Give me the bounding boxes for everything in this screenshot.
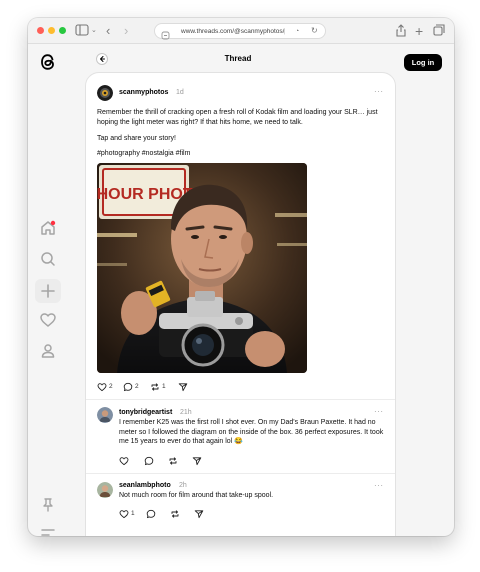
new-tab-icon[interactable]: + bbox=[415, 24, 423, 38]
page-title: Thread bbox=[224, 54, 252, 63]
comment-count: 2 bbox=[135, 383, 139, 390]
post-like-button[interactable]: 2 bbox=[97, 382, 113, 392]
reload-icon[interactable]: ↻ bbox=[311, 26, 318, 36]
url-text: www.threads.com/@scanmyphotos/po... bbox=[181, 28, 285, 35]
divider bbox=[86, 399, 395, 400]
share-icon bbox=[178, 383, 188, 392]
comment-icon bbox=[144, 456, 154, 466]
reply-more-button[interactable]: ··· bbox=[374, 481, 384, 490]
post-hashtags[interactable]: #photography #nostalgia #film bbox=[97, 149, 387, 159]
forward-nav-icon[interactable]: › bbox=[124, 24, 128, 38]
reply-comment-button[interactable] bbox=[146, 509, 158, 519]
browser-toolbar: ⌄ ‹ › www.threads.com/@scanmyphotos/po..… bbox=[28, 18, 454, 44]
tab-overview-icon[interactable] bbox=[433, 24, 445, 38]
avatar[interactable] bbox=[97, 85, 113, 101]
post-text: Remember the thrill of cracking open a f… bbox=[97, 109, 378, 126]
reply-more-button[interactable]: ··· bbox=[374, 407, 384, 416]
post-cta: Tap and share your story! bbox=[97, 135, 176, 142]
sidebar-toggle-icon[interactable] bbox=[75, 24, 89, 38]
comment-icon bbox=[123, 382, 133, 392]
reply-comment-button[interactable] bbox=[144, 456, 156, 466]
profile-icon[interactable] bbox=[38, 341, 58, 361]
search-icon[interactable] bbox=[38, 249, 58, 269]
threads-logo-icon[interactable] bbox=[38, 52, 58, 72]
back-button[interactable] bbox=[96, 53, 108, 65]
post-more-button[interactable]: ··· bbox=[374, 87, 384, 96]
divider bbox=[86, 473, 395, 474]
close-window-button[interactable] bbox=[37, 27, 44, 34]
like-count: 1 bbox=[131, 510, 135, 517]
heart-icon bbox=[119, 457, 129, 466]
translate-icon[interactable]: ◔ bbox=[295, 27, 299, 36]
post-image[interactable]: 1 HOUR PHOTO bbox=[97, 163, 307, 373]
post-comment-button[interactable]: 2 bbox=[123, 382, 139, 392]
post-timestamp[interactable]: 1d bbox=[176, 88, 184, 97]
post-repost-button[interactable]: 1 bbox=[150, 382, 166, 392]
reply-like-button[interactable] bbox=[119, 456, 131, 466]
create-button[interactable] bbox=[35, 279, 61, 303]
plus-icon bbox=[41, 284, 55, 298]
heart-icon bbox=[119, 510, 129, 519]
reply-text: Not much room for film around that take-… bbox=[119, 492, 274, 499]
reply-repost-button[interactable] bbox=[170, 509, 182, 519]
reply-username[interactable]: tonybridgeartist bbox=[119, 408, 172, 417]
repost-icon bbox=[171, 510, 179, 518]
like-count: 2 bbox=[109, 383, 113, 390]
reply-text: I remember K25 was the first roll I shot… bbox=[119, 419, 384, 445]
home-icon[interactable] bbox=[38, 218, 58, 238]
post-username[interactable]: scanmyphotos bbox=[119, 88, 168, 97]
address-bar[interactable]: www.threads.com/@scanmyphotos/po... ◔ ↻ bbox=[154, 23, 326, 40]
minimize-window-button[interactable] bbox=[48, 27, 55, 34]
chevron-down-icon[interactable]: ⌄ bbox=[91, 24, 97, 38]
menu-icon[interactable] bbox=[38, 522, 58, 536]
reply-repost-button[interactable] bbox=[168, 456, 180, 466]
pin-icon[interactable] bbox=[38, 495, 58, 515]
privacy-icon bbox=[161, 27, 170, 45]
avatar[interactable] bbox=[97, 482, 113, 498]
reply-share-button[interactable] bbox=[192, 456, 202, 466]
share-icon bbox=[192, 457, 202, 466]
reply-username[interactable]: seanlambphoto bbox=[119, 481, 171, 490]
repost-count: 1 bbox=[162, 383, 166, 390]
post-share-button[interactable] bbox=[178, 382, 188, 392]
back-nav-icon[interactable]: ‹ bbox=[106, 24, 110, 38]
comment-icon bbox=[146, 509, 156, 519]
reply-timestamp[interactable]: 2h bbox=[179, 481, 187, 490]
browser-window: ⌄ ‹ › www.threads.com/@scanmyphotos/po..… bbox=[28, 18, 454, 536]
zoom-window-button[interactable] bbox=[59, 27, 66, 34]
share-icon bbox=[194, 510, 204, 519]
sidebar-nav bbox=[28, 44, 68, 536]
repost-icon bbox=[151, 383, 159, 391]
repost-icon bbox=[169, 457, 177, 465]
thread-panel: scanmyphotos 1d ··· Remember the thrill … bbox=[85, 72, 396, 536]
reply-timestamp[interactable]: 21h bbox=[180, 408, 192, 417]
heart-icon[interactable] bbox=[38, 310, 58, 330]
share-page-icon[interactable] bbox=[395, 24, 407, 38]
login-button[interactable]: Log in bbox=[404, 54, 442, 71]
arrow-left-icon bbox=[100, 56, 105, 62]
avatar[interactable] bbox=[97, 407, 113, 423]
reply-like-button[interactable]: 1 bbox=[119, 509, 135, 519]
heart-icon bbox=[97, 383, 107, 392]
reply-share-button[interactable] bbox=[194, 509, 204, 519]
